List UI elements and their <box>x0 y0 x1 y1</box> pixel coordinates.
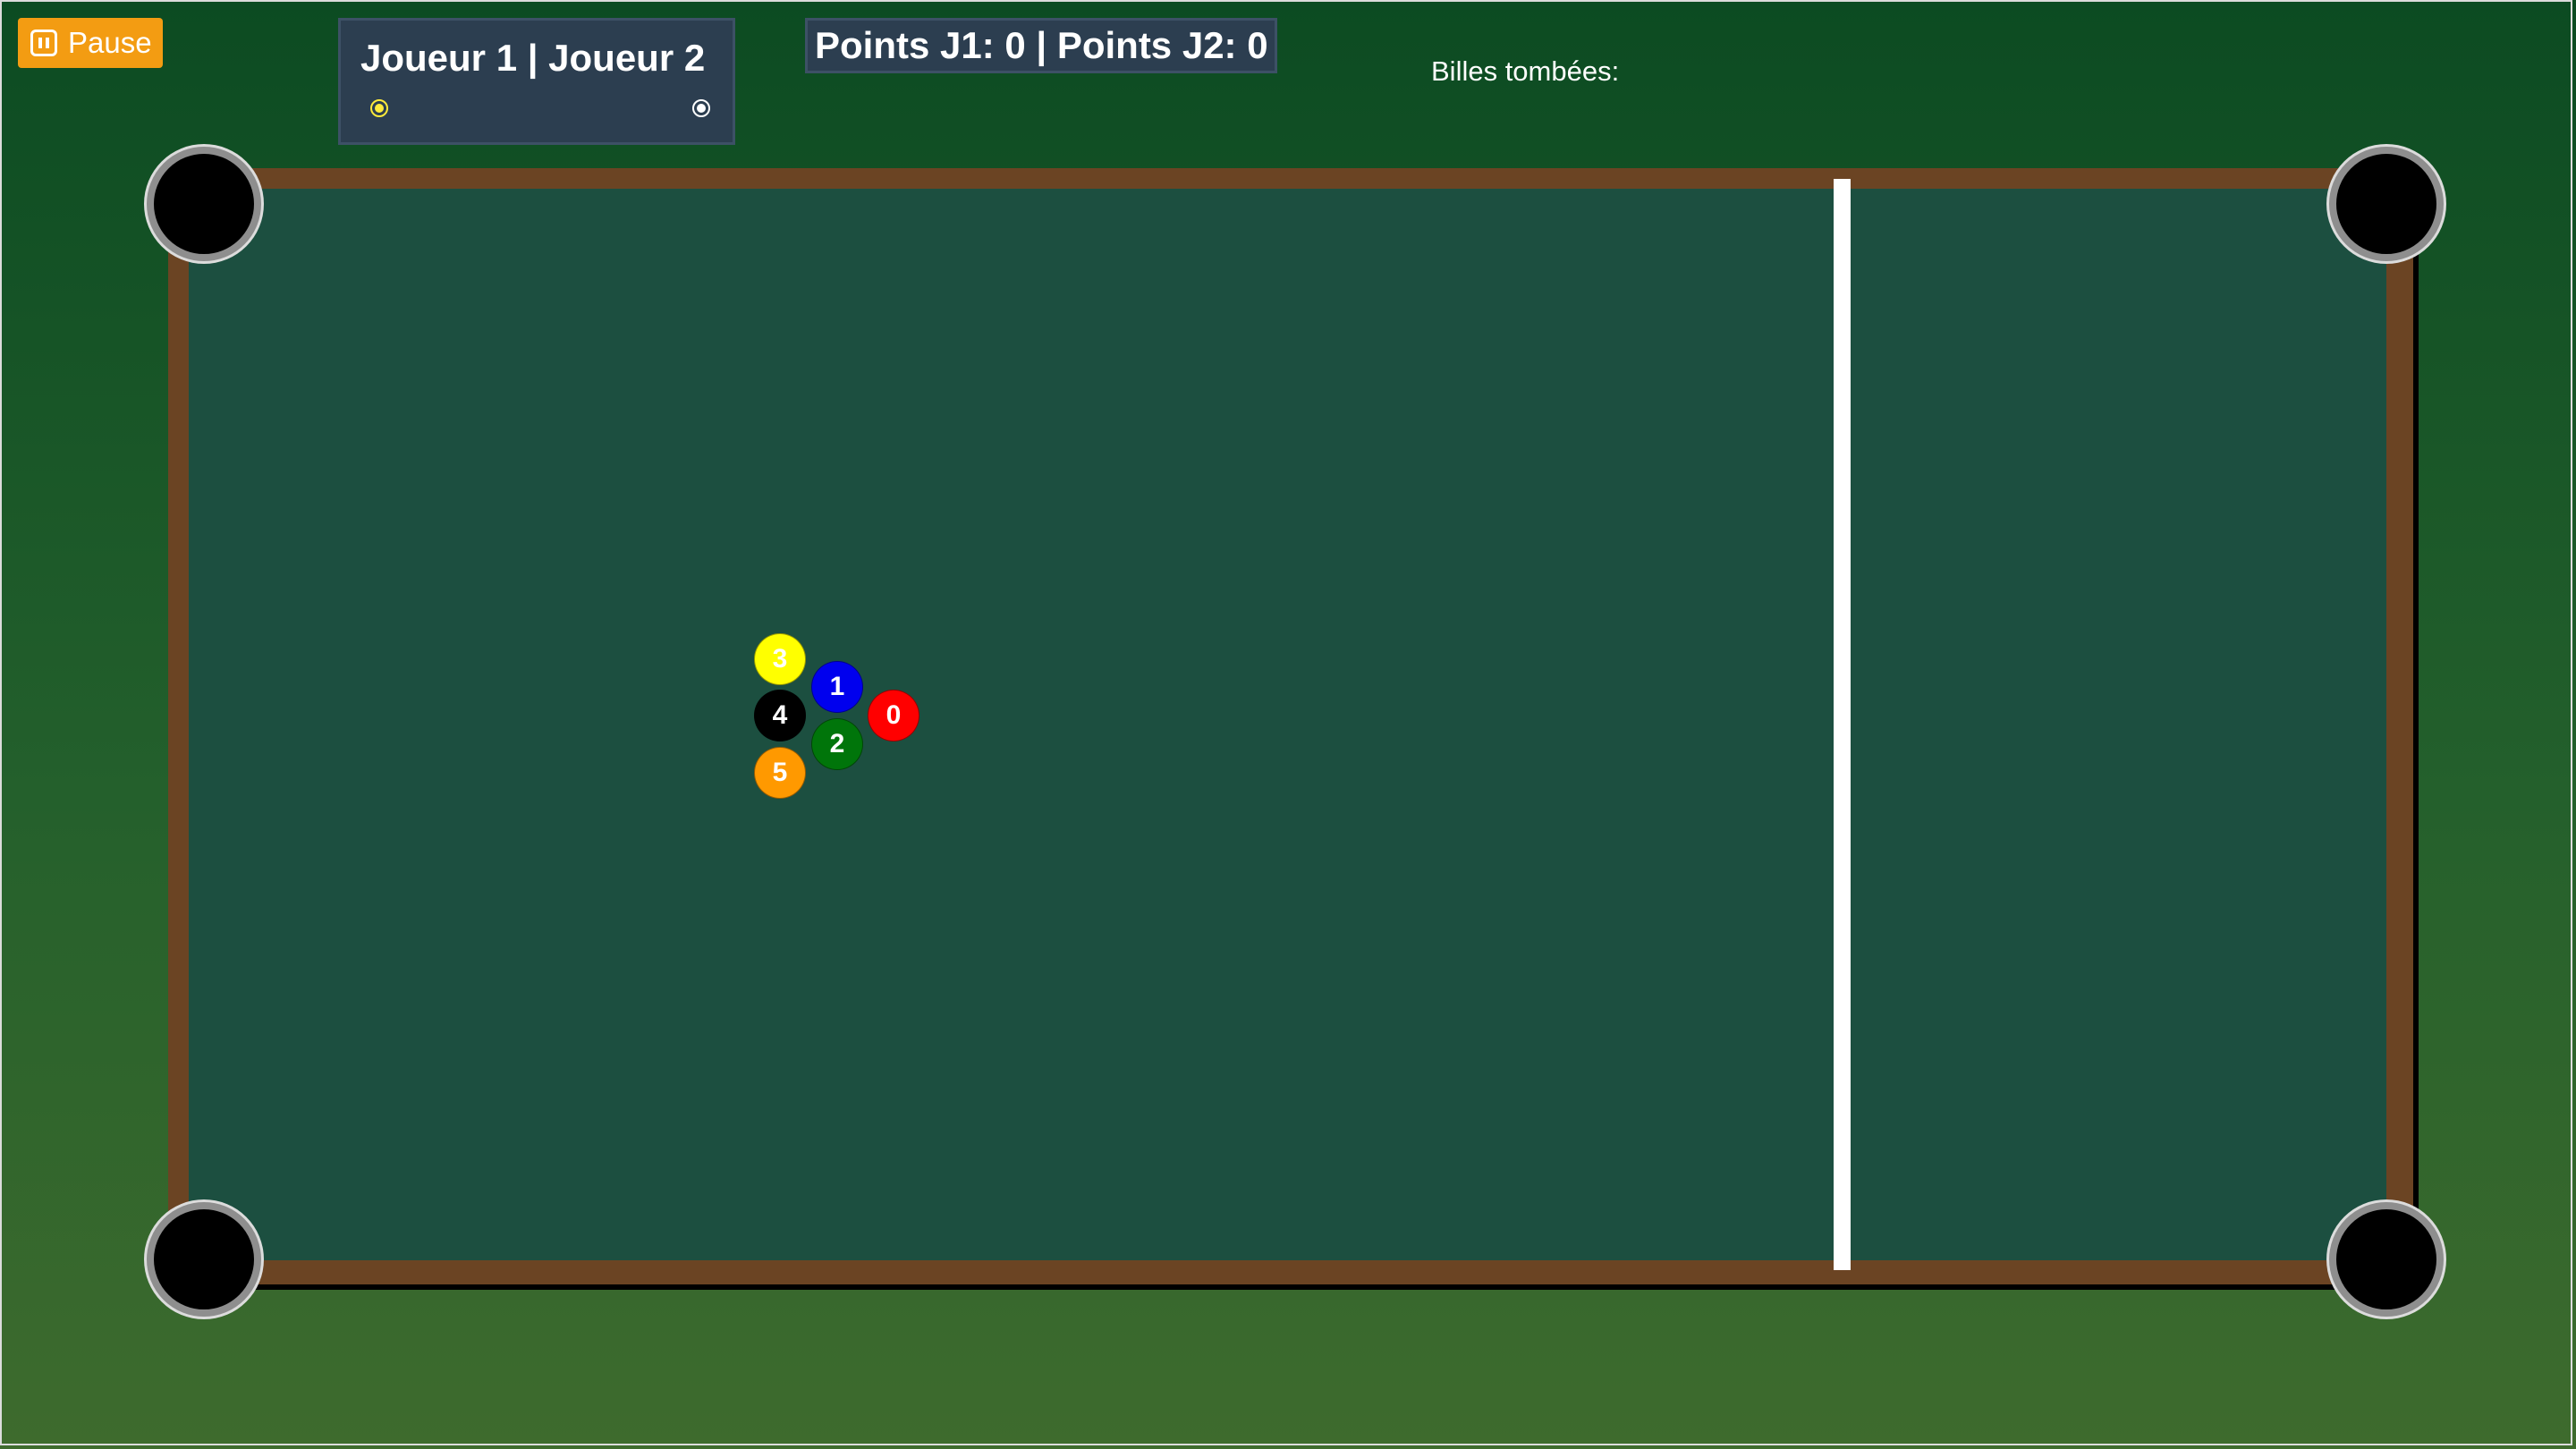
score-panel: Points J1: 0 | Points J2: 0 <box>805 18 1277 73</box>
pause-label: Pause <box>68 26 152 59</box>
head-string-line <box>1834 179 1851 1270</box>
players-panel: Joueur 1 | Joueur 2 <box>338 18 735 145</box>
pocket-top-right <box>2329 147 2444 261</box>
ball-4[interactable]: 4 <box>754 690 806 741</box>
ball-3[interactable]: 3 <box>754 633 806 685</box>
table-felt[interactable] <box>189 189 2386 1260</box>
player2-turn-indicator <box>692 99 710 117</box>
pocket-top-left <box>147 147 261 261</box>
pause-icon <box>30 30 57 56</box>
player1-turn-indicator <box>370 99 388 117</box>
ball-2[interactable]: 2 <box>811 718 863 770</box>
pocket-bottom-right <box>2329 1202 2444 1317</box>
pause-button[interactable]: Pause <box>18 18 163 68</box>
players-title: Joueur 1 | Joueur 2 <box>360 37 706 79</box>
ball-5[interactable]: 5 <box>754 747 806 799</box>
pocket-bottom-left <box>147 1202 261 1317</box>
ball-0[interactable]: 0 <box>868 690 919 741</box>
fallen-balls-label: Billes tombées: <box>1431 55 1620 87</box>
ball-1[interactable]: 1 <box>811 661 863 713</box>
